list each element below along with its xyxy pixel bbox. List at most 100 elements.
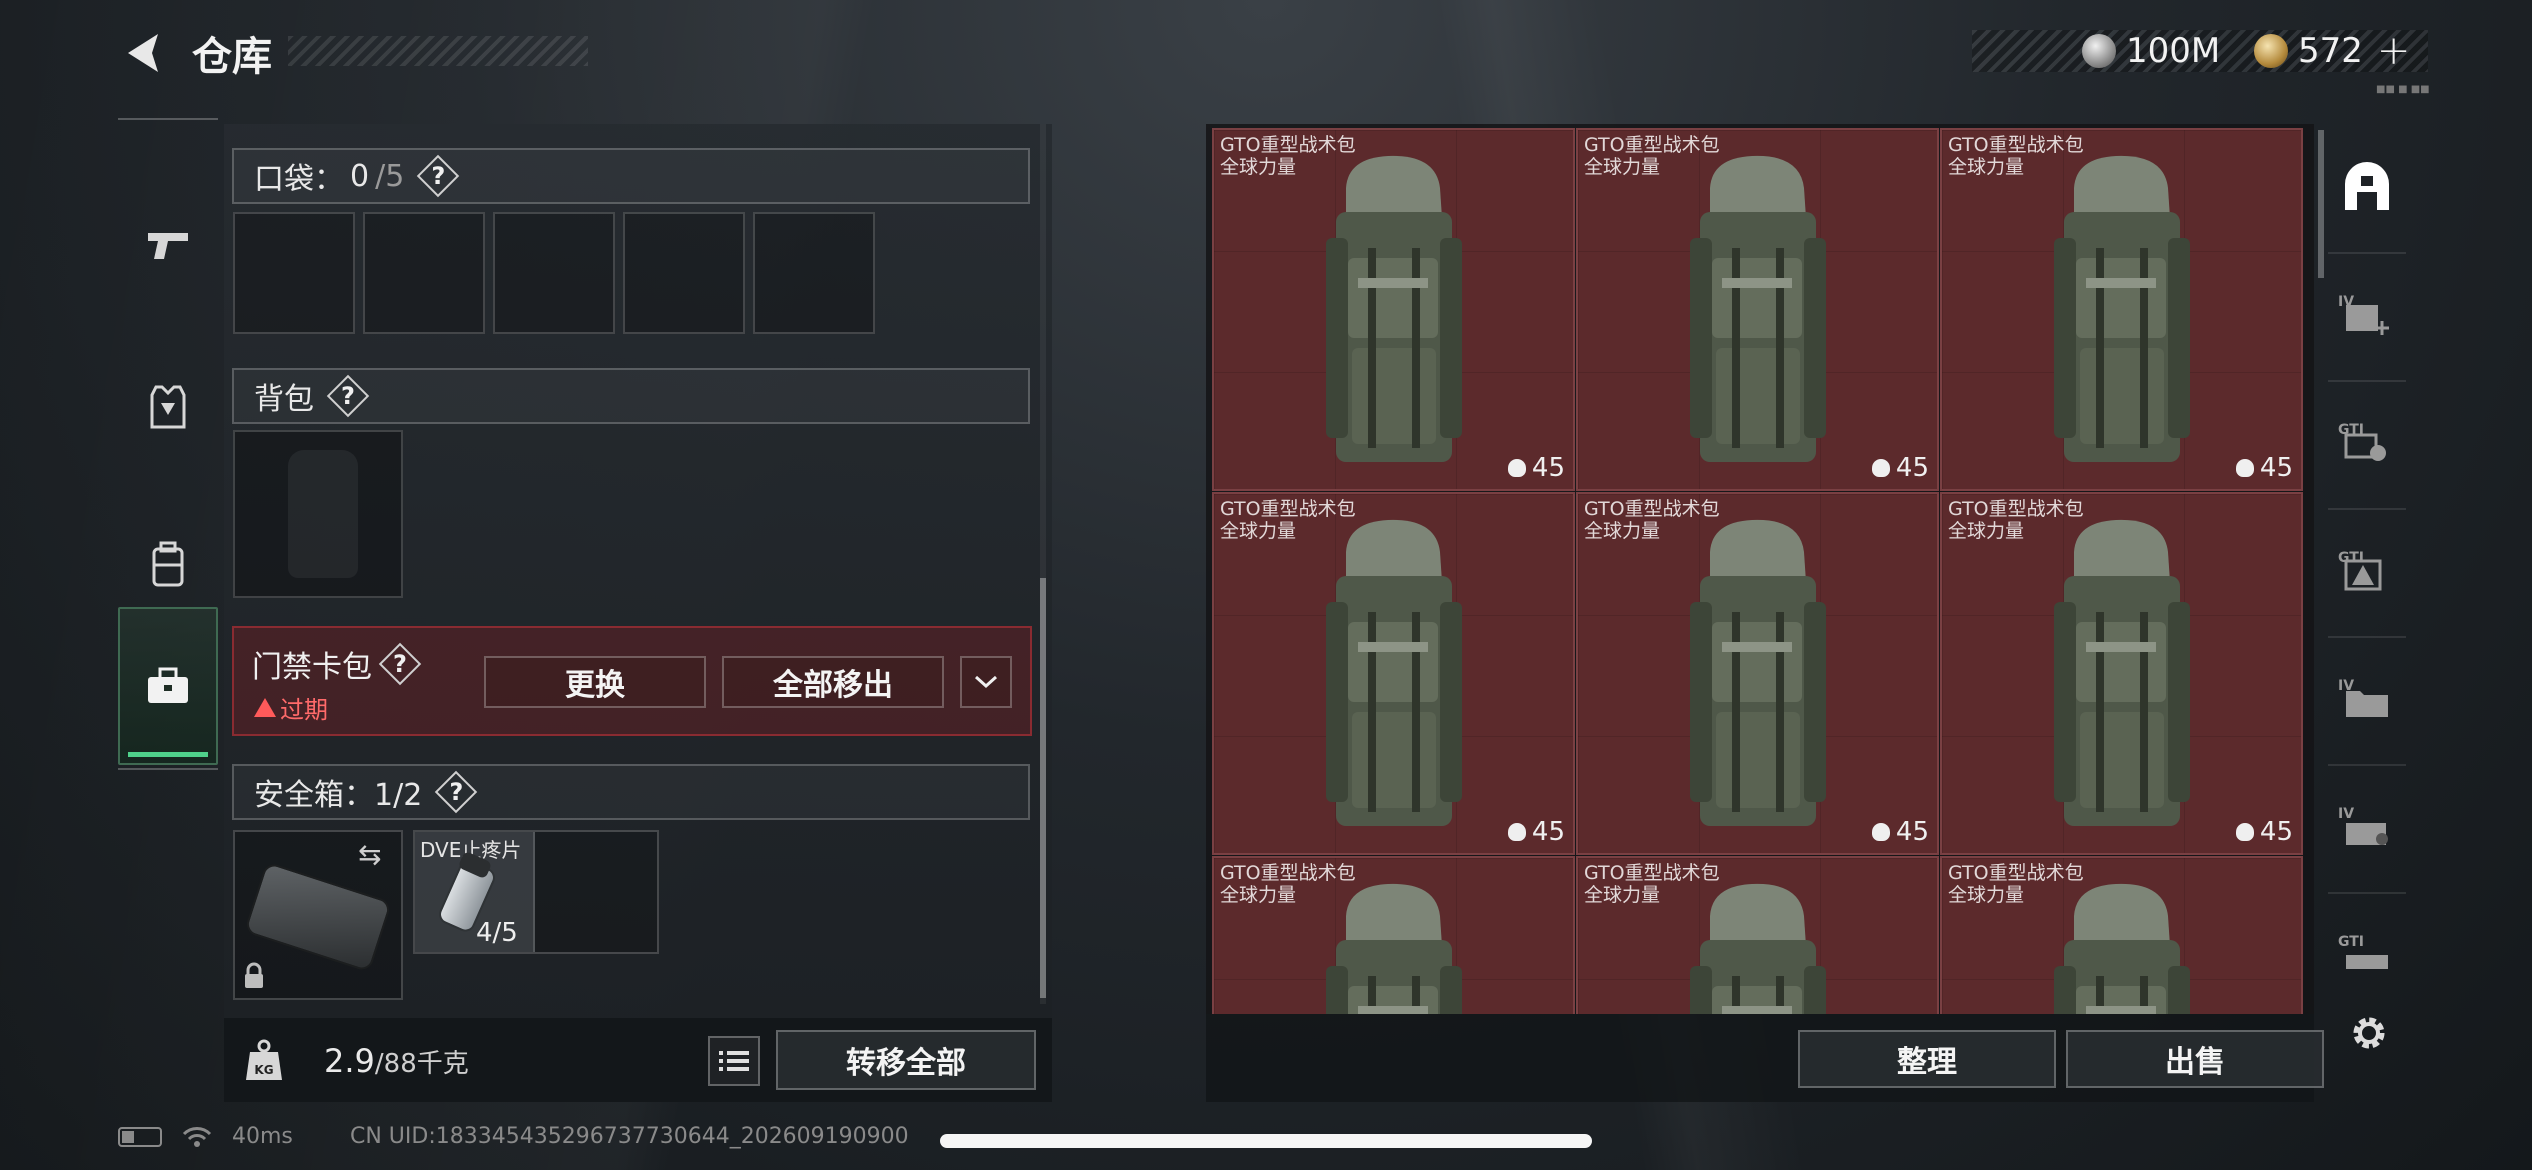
storage-item-cell[interactable]: GTO重型战术包 全球力量 (1576, 856, 1939, 1014)
remove-all-button[interactable]: 全部移出 (722, 656, 944, 708)
pocket-slot-2[interactable] (363, 212, 485, 334)
gold-coin-icon (2254, 34, 2288, 68)
back-arrow-icon[interactable] (118, 28, 168, 78)
add-currency-button[interactable]: + (2377, 28, 2411, 74)
keycard-expired-text: 过期 (280, 696, 328, 724)
item-capacity: 45 (2235, 817, 2293, 847)
page-title: 仓库 (192, 34, 272, 80)
server-label: ■■ ■ ■■ (2376, 84, 2430, 95)
category-weapons[interactable] (118, 170, 218, 320)
filter-medical[interactable]: IV (2328, 252, 2406, 380)
storage-scrollbar[interactable] (2318, 130, 2324, 278)
capacity-icon (2235, 823, 2254, 841)
pocket-slot-1[interactable] (233, 212, 355, 334)
storage-item-cell[interactable]: GTO重型战术包 全球力量 (1940, 856, 2303, 1014)
silver-amount: 100M (2126, 31, 2221, 71)
item-name: GTO重型战术包 全球力量 (1948, 498, 2084, 542)
backpack-help-icon[interactable]: ? (330, 378, 366, 414)
keycard-status: 过期 (254, 690, 328, 725)
storage-item-cell[interactable]: GTO重型战术包 全球力量 45 (1576, 128, 1939, 491)
backpack-item-icon (1690, 519, 1826, 826)
item-name: GTO重型战术包 全球力量 (1948, 134, 2084, 178)
storage-item-cell[interactable]: GTO重型战术包 全球力量 45 (1212, 128, 1575, 491)
pocket-help-icon[interactable]: ? (420, 158, 456, 194)
currency-silver[interactable]: 100M (2082, 30, 2220, 72)
item-capacity: 45 (1871, 817, 1929, 847)
filter-warning[interactable]: GTI (2328, 508, 2406, 636)
safe-box-help-icon[interactable]: ? (438, 774, 474, 810)
capacity-icon (1871, 823, 1890, 841)
item-capacity: 45 (2235, 453, 2293, 483)
backpack-item-icon (2054, 155, 2190, 462)
category-armor[interactable] (118, 332, 218, 482)
backpack-header: 背包 ? (232, 368, 1030, 424)
backpack-item-icon (1326, 519, 1462, 826)
weight-kg-icon: KG (246, 1039, 282, 1080)
weight-max: /88千克 (374, 1049, 469, 1079)
item-name: GTO重型战术包 全球力量 (1220, 134, 1356, 178)
expand-button[interactable] (960, 656, 1012, 708)
storage-item-cell[interactable]: GTO重型战术包 全球力量 (1212, 856, 1575, 1014)
weight-current: 2.9 (324, 1042, 375, 1080)
silver-coin-icon (2082, 34, 2116, 68)
storage-item-cell[interactable]: GTO重型战术包 全球力量 45 (1940, 128, 2303, 491)
toolbox-icon (148, 667, 188, 703)
currency-gold[interactable]: 572 + (2254, 28, 2411, 74)
item-capacity: 45 (1507, 453, 1565, 483)
transfer-all-button[interactable]: 转移全部 (776, 1030, 1036, 1090)
pocket-slot-3[interactable] (493, 212, 615, 334)
replace-button[interactable]: 更换 (484, 656, 706, 708)
storage-grid: GTO重型战术包 全球力量 45 GTO重型战术包 全球力量 45 GTO重型战术包… (1212, 128, 2308, 1014)
settings-gear-icon[interactable] (2348, 1012, 2390, 1054)
storage-filter-rail: IV GTI GTI IV IV GTI (2328, 124, 2406, 1024)
item-name: GTO重型战术包 全球力量 (1584, 862, 1720, 906)
filter-folder[interactable]: IV (2328, 636, 2406, 764)
storage-home-icon (2345, 162, 2389, 210)
lock-icon (245, 962, 263, 988)
item-capacity: 45 (1871, 453, 1929, 483)
home-indicator[interactable] (940, 1134, 1592, 1148)
sell-button[interactable]: 出售 (2066, 1030, 2324, 1088)
pistol-icon (148, 233, 188, 259)
list-view-button[interactable] (708, 1036, 760, 1086)
pocket-slot-4[interactable] (623, 212, 745, 334)
painkiller-count: 4/5 (476, 918, 518, 948)
filter-all-storage[interactable] (2328, 124, 2406, 252)
keycard-help-icon[interactable]: ? (382, 646, 418, 682)
backpack-label: 背包 (254, 382, 314, 417)
safe-box-header: 安全箱：1/2 ? (232, 764, 1030, 820)
storage-item-cell[interactable]: GTO重型战术包 全球力量 45 (1940, 492, 2303, 855)
keycard-label: 门禁卡包 (252, 650, 372, 685)
pocket-slot-5[interactable] (753, 212, 875, 334)
category-gear-active[interactable] (118, 607, 218, 765)
keycard-header: 门禁卡包 ? (252, 642, 418, 686)
item-name: GTO重型战术包 全球力量 (1948, 862, 2084, 906)
equipment-scroll-thumb[interactable] (1040, 578, 1046, 998)
pocket-label: 口袋： (254, 162, 344, 197)
ping-text: 40ms (232, 1124, 293, 1149)
storage-item-cell[interactable]: GTO重型战术包 全球力量 45 (1576, 492, 1939, 855)
wifi-icon (182, 1126, 212, 1147)
uid-text: CN UID:1833454352967377306​44_2026091909… (350, 1124, 909, 1149)
battery-icon (118, 1126, 162, 1147)
list-icon (719, 1051, 749, 1071)
swap-icon[interactable]: ⇆ (358, 838, 381, 871)
storage-item-cell[interactable]: GTO重型战术包 全球力量 45 (1212, 492, 1575, 855)
capacity-icon (1507, 823, 1526, 841)
capacity-icon (2235, 459, 2254, 477)
backpack-item-icon (1326, 155, 1462, 462)
pocket-header: 口袋： 0/5 ? (232, 148, 1030, 204)
capacity-icon (1507, 459, 1526, 477)
item-capacity: 45 (1507, 817, 1565, 847)
warning-icon (254, 698, 276, 717)
item-name: GTO重型战术包 全球力量 (1220, 498, 1356, 542)
filter-tray[interactable]: GTI (2328, 892, 2406, 1020)
svg-text:KG: KG (254, 1063, 273, 1077)
item-name: GTO重型战术包 全球力量 (1220, 862, 1356, 906)
item-name: GTO重型战术包 全球力量 (1584, 134, 1720, 178)
pocket-max: /5 (375, 158, 405, 194)
filter-tactical[interactable]: GTI (2328, 380, 2406, 508)
filter-crate[interactable]: IV (2328, 764, 2406, 892)
organize-button[interactable]: 整理 (1798, 1030, 2056, 1088)
chevron-down-icon (974, 675, 998, 689)
